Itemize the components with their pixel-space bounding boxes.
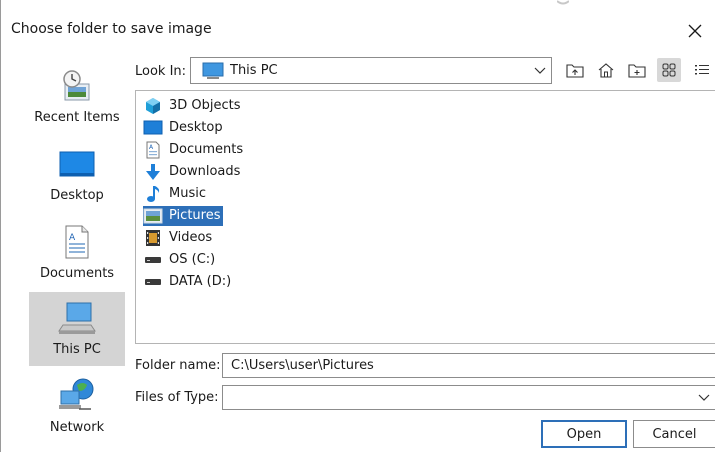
file-name: OS (C:): [169, 252, 216, 267]
this-pc-icon: [202, 62, 224, 79]
file-name: Pictures: [169, 208, 221, 223]
home-button[interactable]: [594, 58, 618, 82]
grid-view-icon: [662, 63, 676, 77]
home-icon: [598, 63, 614, 78]
details-view-button[interactable]: [690, 58, 714, 82]
list-item-documents[interactable]: A Documents: [143, 140, 246, 160]
3d-objects-icon: [146, 98, 160, 114]
list-item-os-c[interactable]: OS (C:): [143, 250, 218, 270]
recent-items-icon: [63, 70, 90, 101]
place-label: Desktop: [50, 188, 104, 203]
window-edge-indicator: [557, 0, 569, 5]
open-button[interactable]: Open: [541, 420, 627, 448]
close-button[interactable]: [682, 18, 708, 44]
downloads-icon: [146, 164, 160, 180]
videos-icon: [146, 230, 160, 246]
new-folder-icon: [628, 64, 646, 78]
dialog-title: Choose folder to save image: [11, 21, 212, 37]
place-desktop[interactable]: Desktop: [29, 138, 125, 212]
folder-name-input[interactable]: [222, 353, 715, 378]
list-view-button[interactable]: [657, 58, 681, 82]
cancel-button[interactable]: Cancel: [633, 420, 715, 448]
chevron-down-icon: [534, 67, 546, 74]
place-label: Recent Items: [34, 110, 120, 125]
folder-up-icon: [566, 64, 584, 78]
chevron-down-icon: [698, 394, 710, 401]
music-icon: [147, 186, 160, 202]
documents-folder-icon: A: [146, 141, 160, 159]
place-label: This PC: [53, 342, 101, 357]
files-of-type-label: Files of Type:: [135, 390, 219, 405]
documents-icon: A: [65, 225, 89, 259]
place-label: Documents: [39, 266, 115, 281]
save-dialog: Choose folder to save image Recent Items: [0, 0, 715, 452]
list-item-music[interactable]: Music: [143, 184, 209, 204]
pictures-icon: [143, 208, 163, 224]
files-of-type-dropdown[interactable]: [222, 385, 715, 410]
desktop-icon: [59, 151, 95, 177]
list-item-downloads[interactable]: Downloads: [143, 162, 243, 182]
file-name: Documents: [169, 142, 244, 157]
svg-text:A: A: [69, 233, 76, 243]
file-name: Downloads: [169, 164, 241, 179]
file-name: DATA (D:): [169, 274, 232, 289]
list-item-3d-objects[interactable]: 3D Objects: [143, 96, 244, 116]
drive-icon: [145, 279, 161, 285]
place-network[interactable]: Network: [29, 370, 125, 444]
drive-icon: [145, 257, 161, 263]
file-name: Desktop: [169, 120, 223, 135]
close-icon: [688, 24, 702, 38]
network-icon: [59, 378, 94, 410]
look-in-value: This PC: [230, 63, 278, 78]
file-name: Music: [169, 186, 206, 201]
list-item-desktop[interactable]: Desktop: [143, 118, 226, 138]
folder-name-label: Folder name:: [135, 358, 221, 373]
place-label: Network: [49, 420, 105, 435]
list-item-pictures[interactable]: Pictures: [143, 206, 224, 226]
file-name: Videos: [169, 230, 213, 245]
place-recent-items[interactable]: Recent Items: [29, 60, 125, 134]
this-pc-icon: [58, 302, 96, 334]
look-in-label: Look In:: [135, 64, 187, 79]
desktop-folder-icon: [143, 120, 163, 135]
list-item-data-d[interactable]: DATA (D:): [143, 272, 234, 292]
title-bar: Choose folder to save image: [1, 10, 715, 52]
list-item-videos[interactable]: Videos: [143, 228, 215, 248]
file-list[interactable]: 3D Objects Desktop A Documents Downloads…: [135, 90, 715, 344]
up-one-level-button[interactable]: [563, 58, 587, 82]
file-name: 3D Objects: [169, 98, 241, 113]
new-folder-button[interactable]: [625, 58, 649, 82]
place-this-pc[interactable]: This PC: [29, 292, 125, 366]
details-view-icon: [695, 65, 709, 75]
look-in-dropdown[interactable]: This PC: [190, 57, 552, 84]
place-documents[interactable]: A Documents: [29, 216, 125, 290]
